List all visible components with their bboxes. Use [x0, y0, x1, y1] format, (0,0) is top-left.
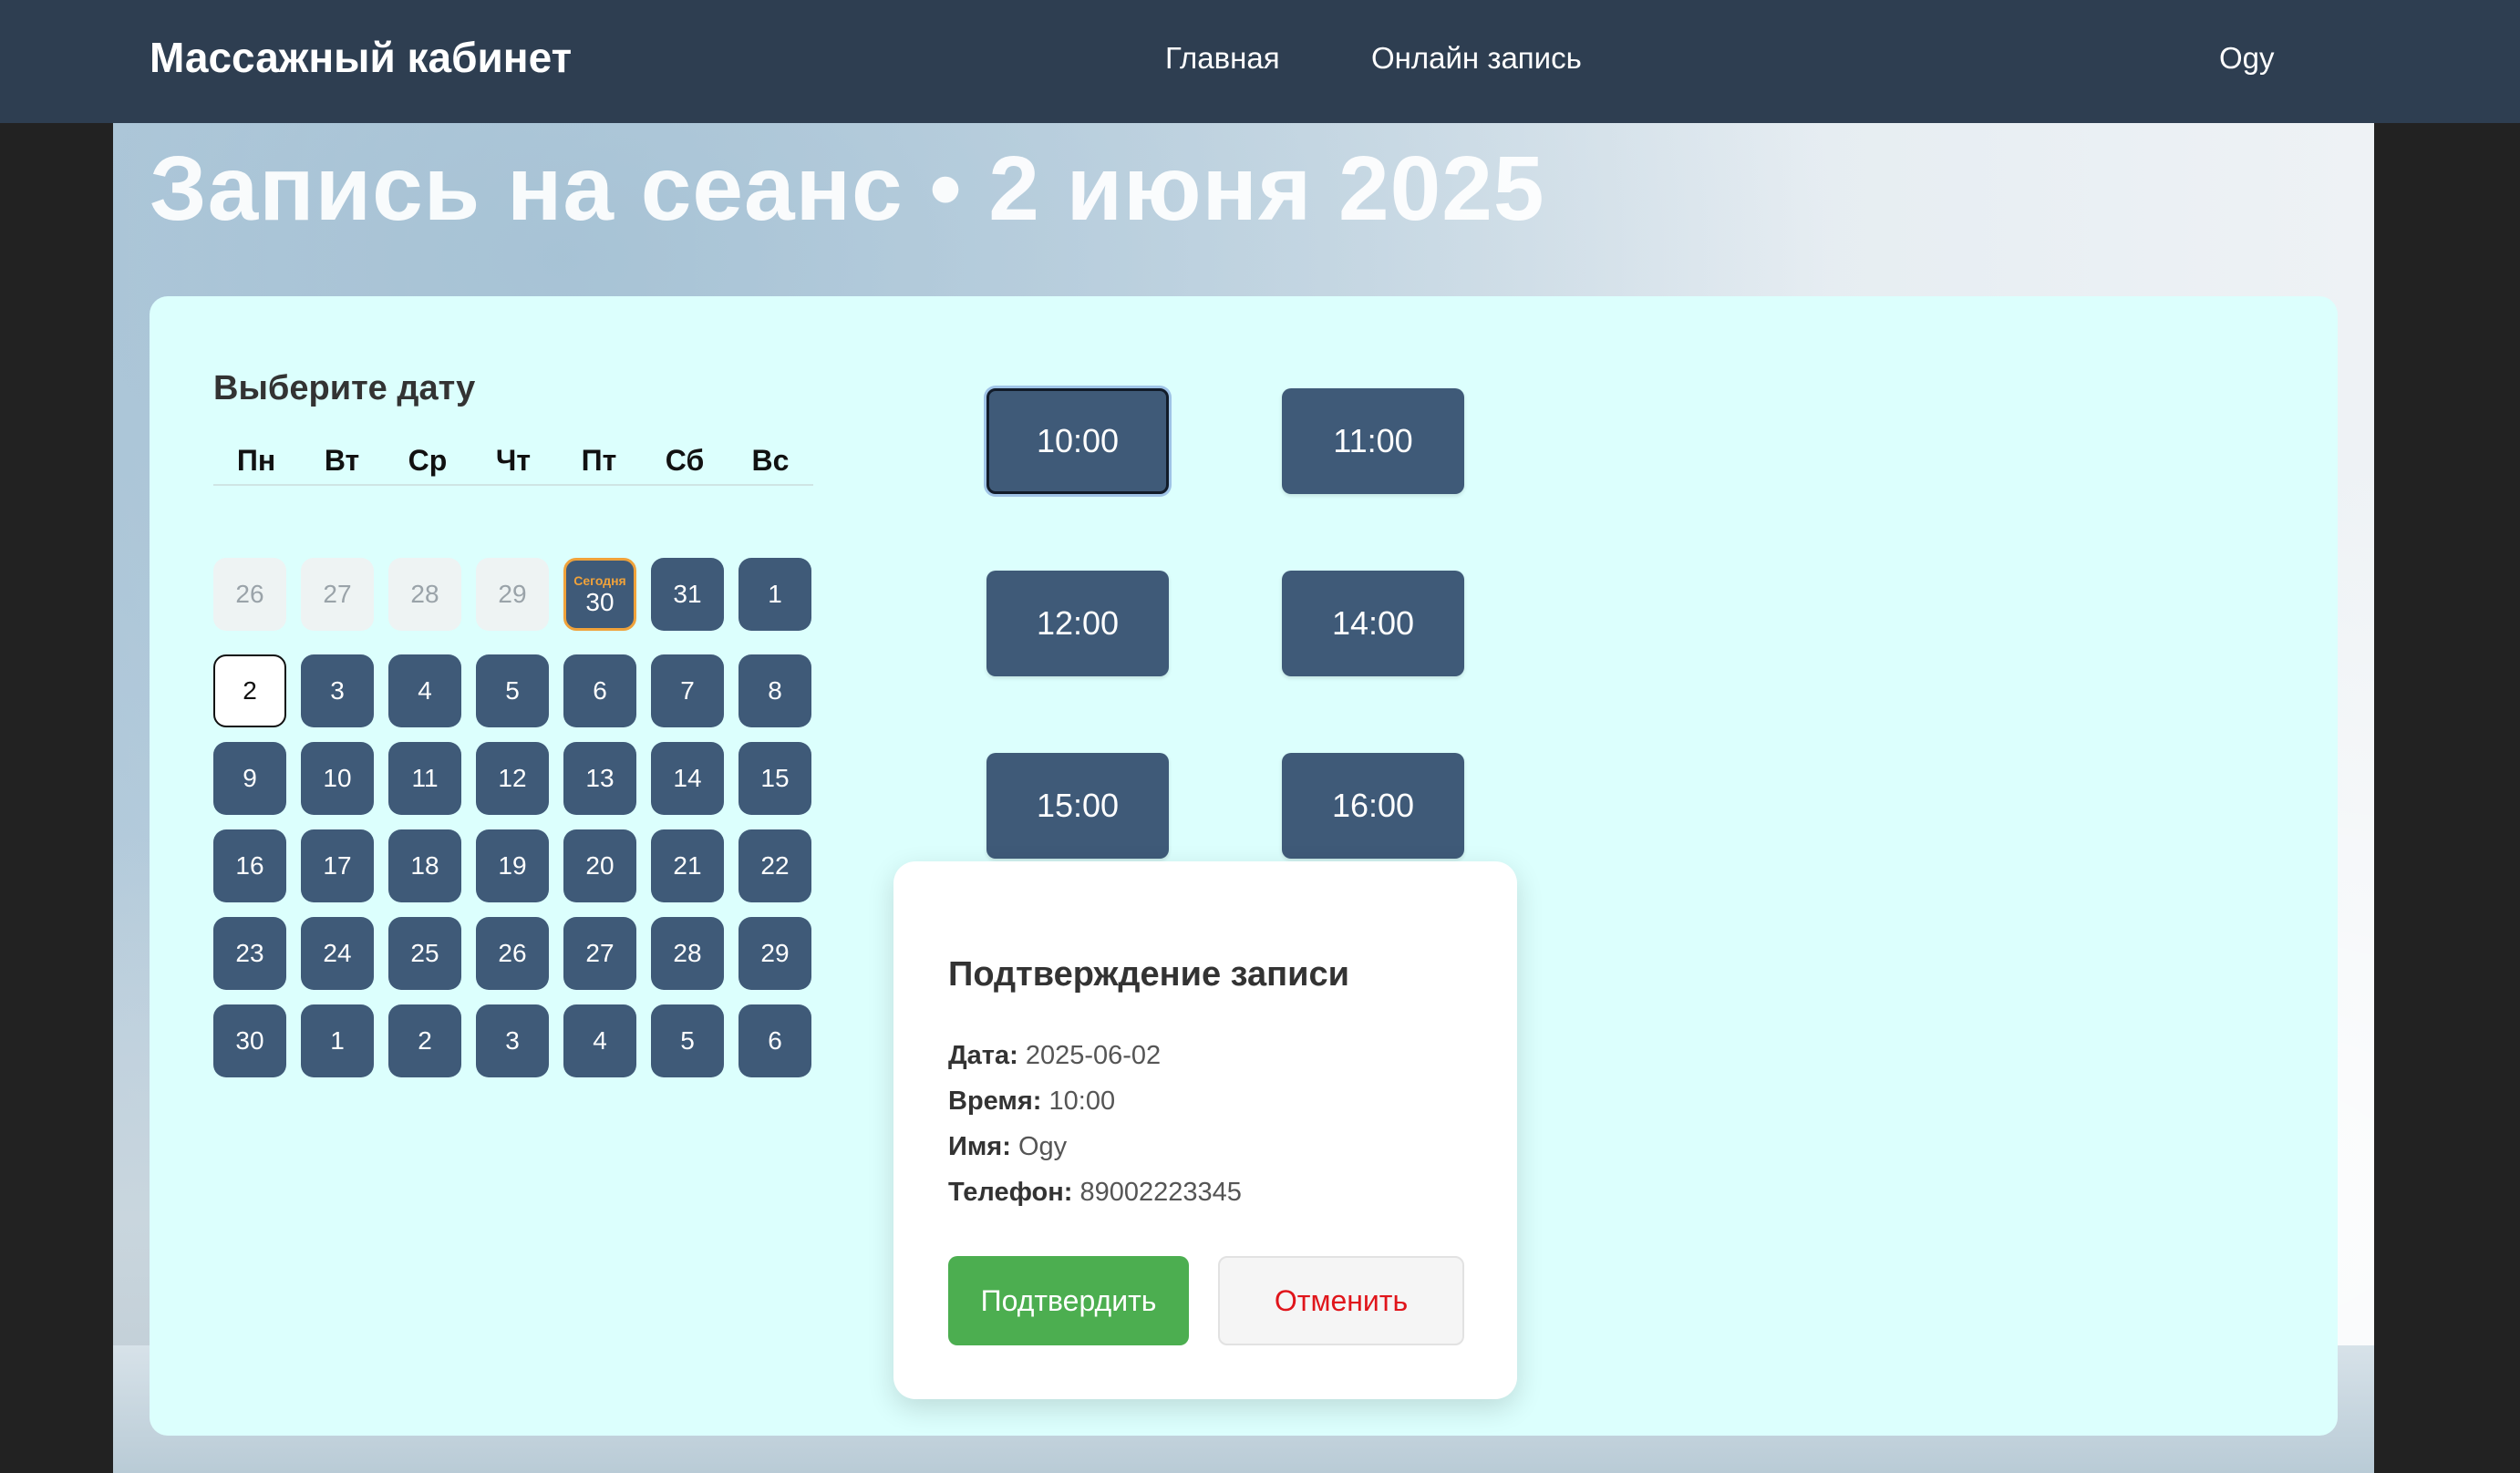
calendar-day[interactable]: 12	[476, 742, 549, 815]
calendar-weekdays: Пн Вт Ср Чт Пт Сб Вс	[213, 444, 813, 486]
calendar-day[interactable]: 21	[651, 829, 724, 902]
calendar-day: 27	[301, 558, 374, 631]
calendar-day[interactable]: 2	[388, 1004, 461, 1077]
info-value: 2025-06-02	[1025, 1041, 1162, 1070]
calendar-day[interactable]: 17	[301, 829, 374, 902]
info-value: Ogy	[1017, 1132, 1068, 1161]
info-label: Телефон:	[948, 1178, 1073, 1207]
calendar-day[interactable]: 16	[213, 829, 286, 902]
calendar-day[interactable]: 7	[651, 654, 724, 727]
calendar-day[interactable]: 5	[476, 654, 549, 727]
calendar-day[interactable]: 15	[738, 742, 811, 815]
calendar-day[interactable]: 11	[388, 742, 461, 815]
calendar-day[interactable]: 28	[651, 917, 724, 990]
calendar-day: 28	[388, 558, 461, 631]
nav-link-online-booking[interactable]: Онлайн запись	[1371, 41, 1582, 76]
calendar-day[interactable]: 4	[563, 1004, 636, 1077]
info-label: Дата:	[948, 1041, 1018, 1070]
calendar-day[interactable]: 1	[738, 558, 811, 631]
calendar-day: 26	[213, 558, 286, 631]
time-slot-button[interactable]: 14:00	[1282, 571, 1464, 676]
info-label: Имя:	[948, 1132, 1011, 1161]
calendar-day[interactable]: 31	[651, 558, 724, 631]
calendar-day[interactable]: 3	[476, 1004, 549, 1077]
calendar-day[interactable]: 8	[738, 654, 811, 727]
calendar-day: 29	[476, 558, 549, 631]
calendar-day[interactable]: 22	[738, 829, 811, 902]
day-number: 30	[585, 588, 615, 616]
nav-user-name[interactable]: Ogy	[2219, 41, 2275, 76]
calendar-day[interactable]: 4	[388, 654, 461, 727]
weekday-label: Пт	[581, 444, 617, 477]
calendar-days-grid: 26 27 28 29 Сегодня 30 31 1 2 3 4 5 6 7 8 9 10 11 12 13 14 15…	[213, 558, 811, 1077]
top-navbar: Массажный кабинет Главная Онлайн запись …	[0, 0, 2520, 123]
weekday-label: Вс	[751, 444, 790, 477]
weekday-label: Сб	[665, 444, 705, 477]
modal-info-phone: Телефон: 89002223345	[948, 1178, 1242, 1208]
calendar-day[interactable]: 24	[301, 917, 374, 990]
calendar-day[interactable]: 14	[651, 742, 724, 815]
page-title: Запись на сеанс • 2 июня 2025	[150, 138, 1545, 240]
weekday-label: Пн	[236, 444, 276, 477]
calendar-day[interactable]: 19	[476, 829, 549, 902]
calendar-day[interactable]: 18	[388, 829, 461, 902]
nav-link-home[interactable]: Главная	[1165, 41, 1280, 76]
weekday-label: Вт	[324, 444, 360, 477]
modal-info-name: Имя: Ogy	[948, 1132, 1067, 1162]
calendar-day[interactable]: 5	[651, 1004, 724, 1077]
calendar-day[interactable]: 26	[476, 917, 549, 990]
today-label: Сегодня	[573, 573, 626, 588]
cancel-button[interactable]: Отменить	[1218, 1256, 1464, 1345]
time-slot-button[interactable]: 12:00	[986, 571, 1169, 676]
calendar-day[interactable]: 30	[213, 1004, 286, 1077]
time-slot-button[interactable]: 11:00	[1282, 388, 1464, 494]
calendar-day[interactable]: 6	[563, 654, 636, 727]
calendar-day[interactable]: 10	[301, 742, 374, 815]
info-value: 10:00	[1048, 1087, 1116, 1116]
calendar-day[interactable]: 23	[213, 917, 286, 990]
weekday-label: Ср	[408, 444, 448, 477]
time-slot-button[interactable]: 10:00	[986, 388, 1169, 494]
modal-info-time: Время: 10:00	[948, 1087, 1115, 1117]
calendar-day[interactable]: 29	[738, 917, 811, 990]
calendar-day[interactable]: 25	[388, 917, 461, 990]
calendar-title: Выберите дату	[213, 369, 476, 407]
info-value: 89002223345	[1079, 1178, 1242, 1207]
calendar-day[interactable]: 20	[563, 829, 636, 902]
confirm-button[interactable]: Подтвердить	[948, 1256, 1189, 1345]
calendar-day[interactable]: 13	[563, 742, 636, 815]
confirmation-modal: Подтверждение записи Дата: 2025-06-02 Вр…	[893, 861, 1517, 1399]
calendar-day[interactable]: 27	[563, 917, 636, 990]
calendar-day[interactable]: 6	[738, 1004, 811, 1077]
time-slot-button[interactable]: 16:00	[1282, 753, 1464, 859]
modal-title: Подтверждение записи	[948, 955, 1349, 994]
calendar-day[interactable]: 1	[301, 1004, 374, 1077]
calendar-day-today[interactable]: Сегодня 30	[563, 558, 636, 631]
modal-info-date: Дата: 2025-06-02	[948, 1041, 1161, 1071]
info-label: Время:	[948, 1087, 1042, 1116]
calendar-day[interactable]: 3	[301, 654, 374, 727]
brand-title[interactable]: Массажный кабинет	[150, 33, 572, 82]
time-slot-button[interactable]: 15:00	[986, 753, 1169, 859]
calendar-day[interactable]: 9	[213, 742, 286, 815]
weekday-label: Чт	[495, 444, 532, 477]
calendar-day-selected[interactable]: 2	[213, 654, 286, 727]
